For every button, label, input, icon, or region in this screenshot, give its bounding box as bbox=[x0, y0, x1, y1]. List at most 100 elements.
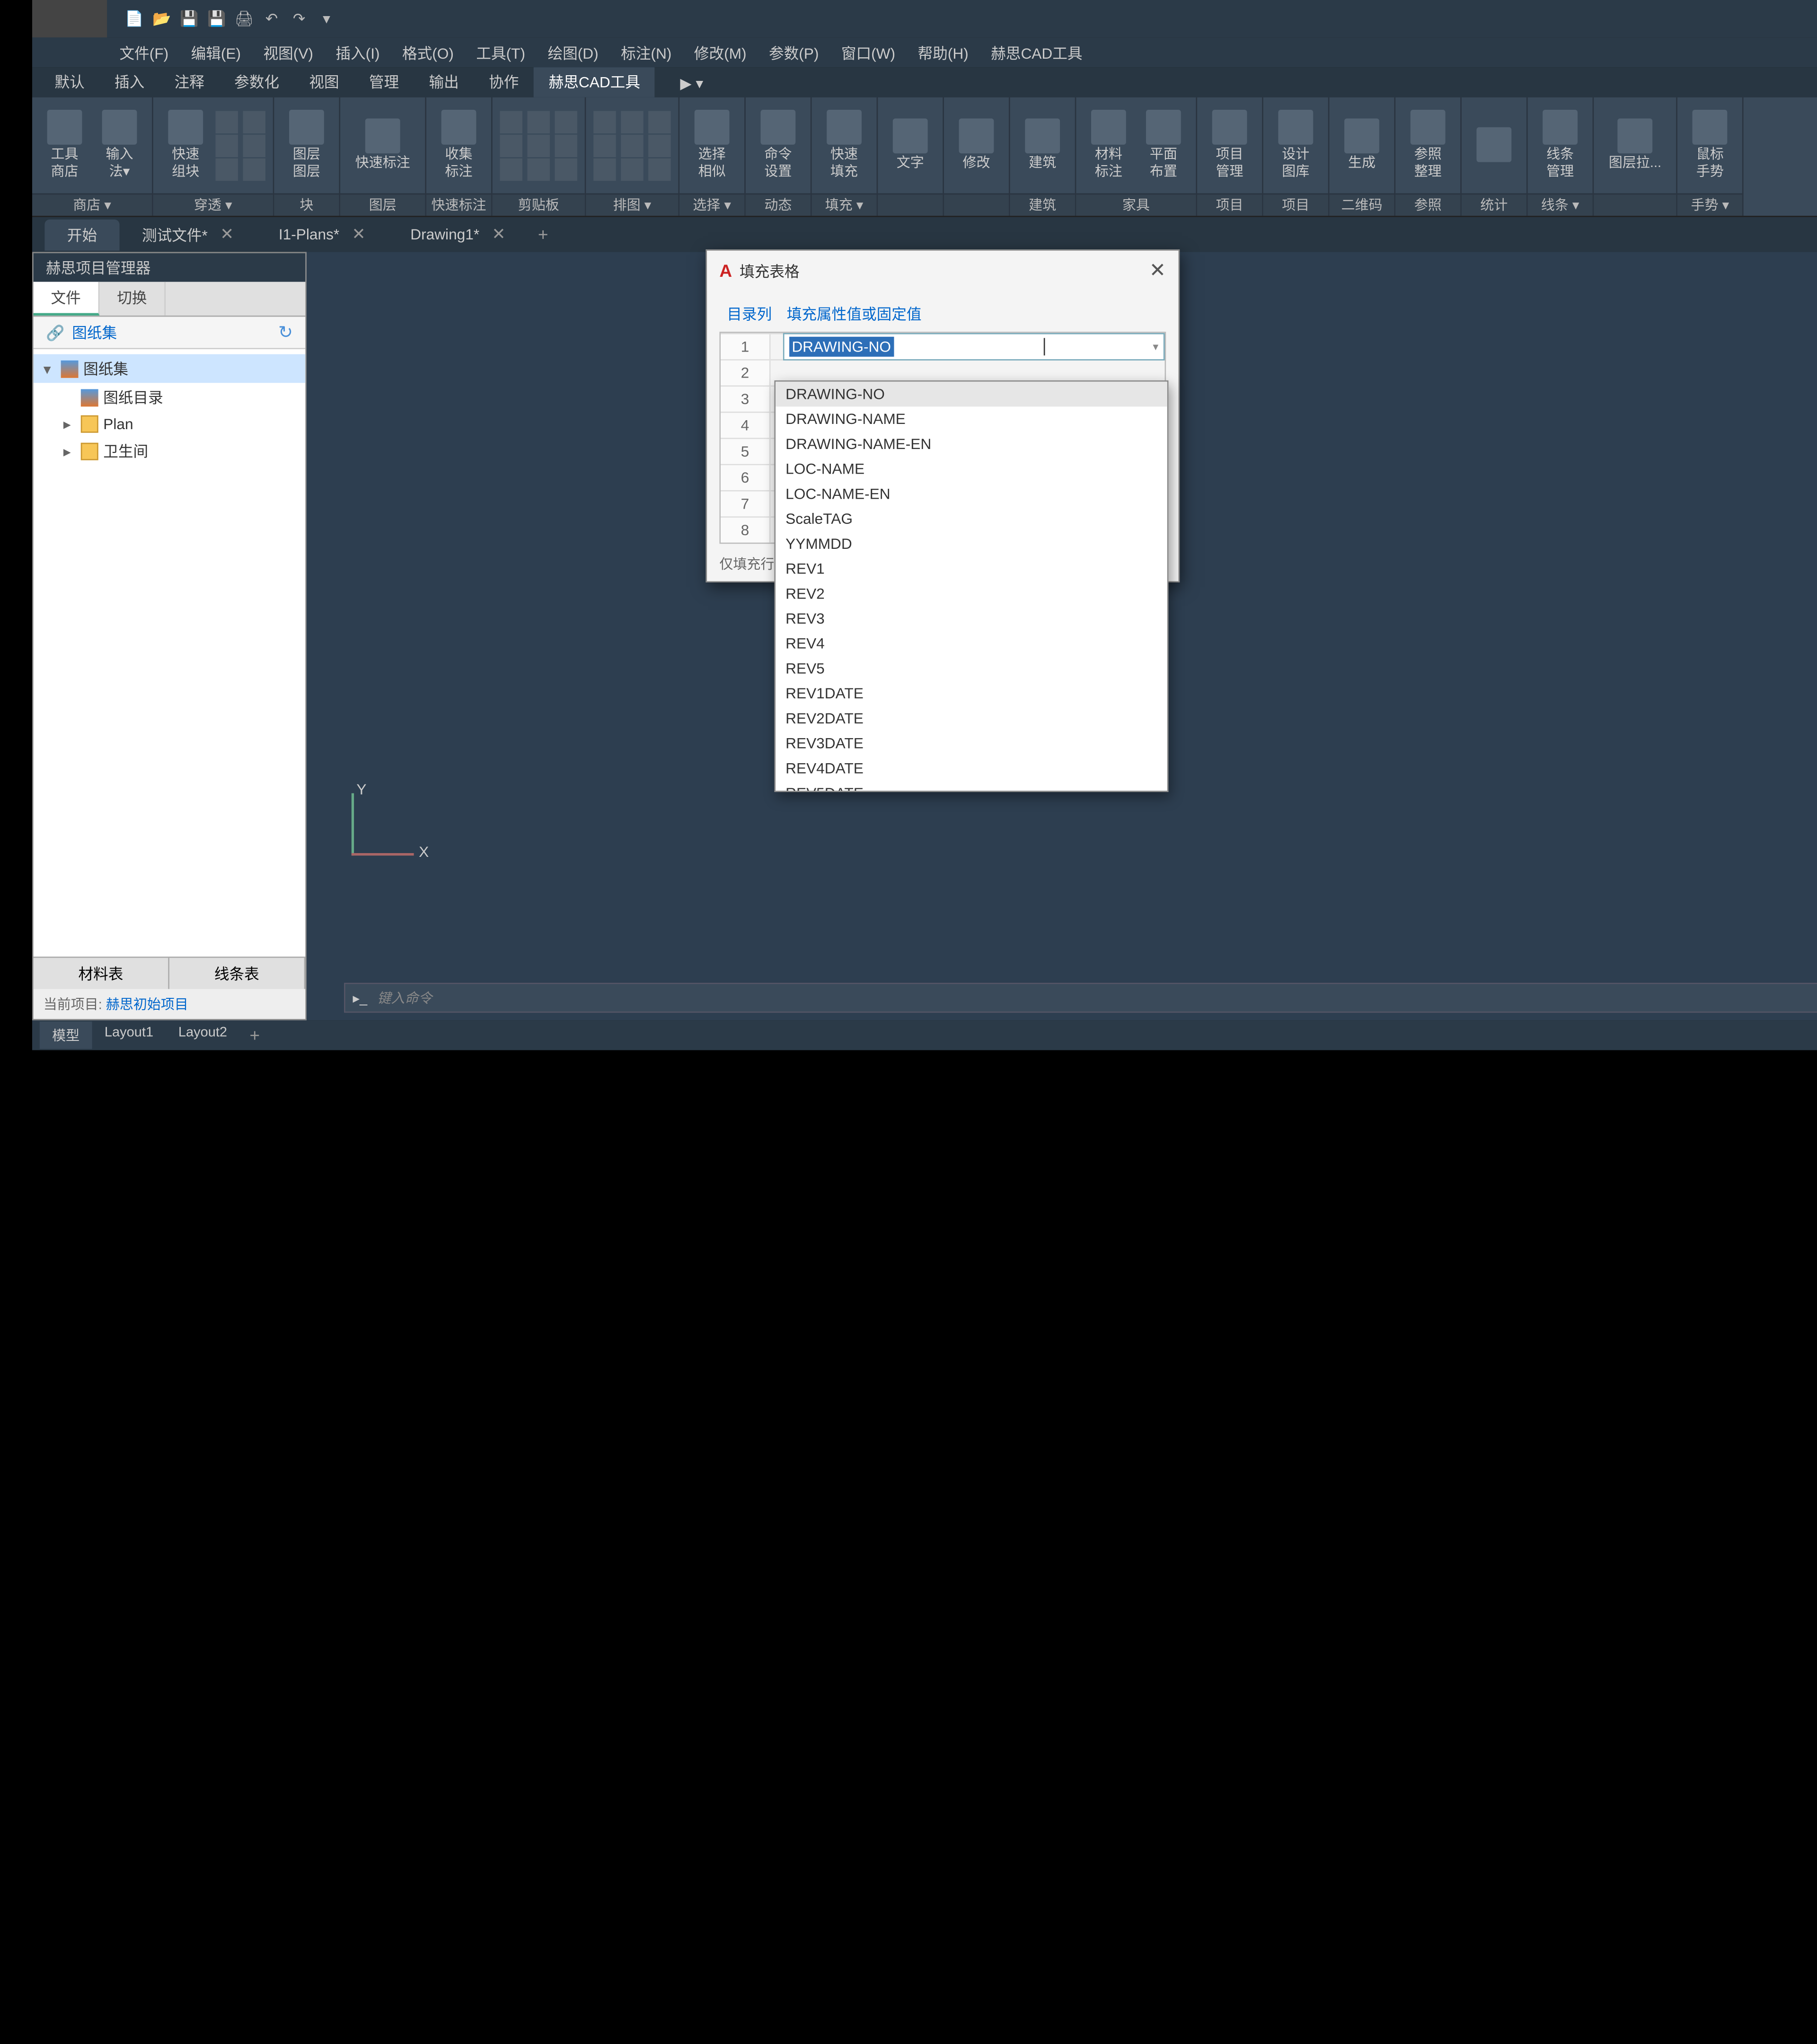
ribbon-small-button[interactable] bbox=[527, 158, 549, 180]
ribbon-button[interactable]: 平面 布置 bbox=[1138, 108, 1188, 183]
panel-tab-switch[interactable]: 切换 bbox=[99, 282, 166, 316]
ribbon-small-button[interactable] bbox=[621, 158, 643, 180]
ribbon-small-button[interactable] bbox=[500, 158, 522, 180]
layout-tab[interactable]: Layout2 bbox=[166, 1022, 239, 1049]
ribbon-small-button[interactable] bbox=[555, 158, 577, 180]
qat-new-icon[interactable]: 📄 bbox=[124, 9, 144, 28]
menu-item[interactable]: 绘图(D) bbox=[547, 42, 598, 63]
ribbon-button[interactable]: 选择 相似 bbox=[687, 108, 737, 183]
ribbon-small-button[interactable] bbox=[555, 134, 577, 156]
panel-tab-file[interactable]: 文件 bbox=[34, 282, 100, 316]
tab-close-icon[interactable]: ✕ bbox=[492, 224, 506, 244]
qat-more-icon[interactable]: ▾ bbox=[317, 9, 336, 28]
ribbon-tab[interactable]: 参数化 bbox=[220, 66, 294, 97]
ribbon-tab[interactable]: 赫思CAD工具 bbox=[534, 66, 655, 97]
dropdown-item[interactable]: LOC-NAME bbox=[776, 457, 1167, 482]
command-line[interactable]: ▸_ 键入命令 bbox=[344, 983, 1817, 1013]
ribbon-small-button[interactable] bbox=[555, 110, 577, 132]
ribbon-tab[interactable]: 输出 bbox=[414, 66, 474, 97]
refresh-icon[interactable]: ↻ bbox=[278, 322, 293, 343]
tree-item[interactable]: ▸Plan bbox=[34, 412, 306, 437]
dropdown-item[interactable]: ScaleTAG bbox=[776, 506, 1167, 531]
layout-tab[interactable]: 模型 bbox=[40, 1022, 92, 1049]
menu-item[interactable]: 插入(I) bbox=[335, 42, 379, 63]
tab-close-icon[interactable]: ✕ bbox=[220, 224, 234, 244]
dropdown-item[interactable]: REV5DATE bbox=[776, 781, 1167, 792]
ribbon-button[interactable]: 快速标注 bbox=[348, 116, 418, 175]
dropdown-item[interactable]: REV2DATE bbox=[776, 706, 1167, 731]
bottom-tab-material[interactable]: 材料表 bbox=[34, 958, 169, 989]
ribbon-small-button[interactable] bbox=[648, 110, 670, 132]
menu-item[interactable]: 参数(P) bbox=[769, 42, 819, 63]
dropdown-item[interactable]: DRAWING-NAME-EN bbox=[776, 432, 1167, 457]
tab-close-icon[interactable]: ✕ bbox=[352, 224, 366, 244]
menu-item[interactable]: 编辑(E) bbox=[191, 42, 241, 63]
menu-item[interactable]: 窗口(W) bbox=[841, 42, 895, 63]
tree-item[interactable]: ▾图纸集 bbox=[34, 354, 306, 383]
ribbon-tab[interactable]: 视图 bbox=[294, 66, 354, 97]
qat-save-icon[interactable]: 💾 bbox=[179, 9, 199, 28]
ribbon-small-button[interactable] bbox=[593, 134, 616, 156]
menu-item[interactable]: 赫思CAD工具 bbox=[991, 42, 1082, 63]
dropdown-item[interactable]: REV5 bbox=[776, 656, 1167, 681]
dropdown-item[interactable]: REV3 bbox=[776, 606, 1167, 631]
ribbon-tab[interactable]: 管理 bbox=[354, 66, 414, 97]
dropdown-item[interactable]: YYMMDD bbox=[776, 531, 1167, 556]
ribbon-button[interactable]: 快速 填充 bbox=[819, 108, 869, 183]
ribbon-tab[interactable]: 插入 bbox=[99, 66, 159, 97]
dropdown-item[interactable]: REV3DATE bbox=[776, 731, 1167, 756]
ribbon-button[interactable]: 命令 设置 bbox=[753, 108, 803, 183]
ribbon-button[interactable]: 收集 标注 bbox=[434, 108, 484, 183]
ribbon-small-button[interactable] bbox=[527, 110, 549, 132]
tree-item[interactable]: ▸卫生间 bbox=[34, 437, 306, 466]
ribbon-small-button[interactable] bbox=[621, 110, 643, 132]
ribbon-button[interactable]: 建筑 bbox=[1017, 116, 1067, 175]
menu-item[interactable]: 视图(V) bbox=[264, 42, 313, 63]
qat-saveas-icon[interactable]: 💾 bbox=[207, 9, 227, 28]
dropdown-item[interactable]: DRAWING-NO bbox=[776, 382, 1167, 407]
ribbon-button[interactable]: 鼠标 手势 bbox=[1685, 108, 1735, 183]
dropdown-item[interactable]: REV1DATE bbox=[776, 681, 1167, 706]
qat-open-icon[interactable]: 📂 bbox=[152, 9, 172, 28]
qat-print-icon[interactable]: 🖨 bbox=[234, 9, 254, 28]
dialog-close-button[interactable]: ✕ bbox=[1149, 258, 1166, 283]
ribbon-small-button[interactable] bbox=[648, 134, 670, 156]
ribbon-button[interactable]: 线条 管理 bbox=[1535, 108, 1585, 183]
ribbon-small-button[interactable] bbox=[593, 110, 616, 132]
ribbon-button[interactable]: 设计 图库 bbox=[1271, 108, 1321, 183]
layout-tab[interactable]: Layout1 bbox=[92, 1022, 166, 1049]
qat-redo-icon[interactable]: ↷ bbox=[289, 9, 309, 28]
dropdown-item[interactable]: REV2 bbox=[776, 581, 1167, 606]
ribbon-small-button[interactable] bbox=[527, 134, 549, 156]
tree-item[interactable]: 图纸目录 bbox=[34, 383, 306, 412]
document-tab[interactable]: 开始 bbox=[44, 219, 119, 250]
menu-item[interactable]: 帮助(H) bbox=[918, 42, 969, 63]
add-layout-button[interactable]: + bbox=[239, 1025, 270, 1045]
ribbon-button[interactable]: 输入 法▾ bbox=[95, 108, 144, 183]
dropdown-item[interactable]: REV4DATE bbox=[776, 756, 1167, 781]
ribbon-small-button[interactable] bbox=[243, 158, 265, 180]
ribbon-small-button[interactable] bbox=[500, 110, 522, 132]
add-tab-button[interactable]: + bbox=[528, 224, 558, 244]
menu-item[interactable]: 修改(M) bbox=[694, 42, 747, 63]
ribbon-tab[interactable]: 默认 bbox=[40, 66, 100, 97]
document-tab[interactable]: 测试文件*✕ bbox=[120, 219, 256, 250]
dropdown-item[interactable]: LOC-NAME-EN bbox=[776, 481, 1167, 506]
ribbon-button[interactable]: 参照 整理 bbox=[1403, 108, 1453, 183]
project-link[interactable]: 赫思初始项目 bbox=[106, 998, 188, 1013]
ribbon-small-button[interactable] bbox=[243, 134, 265, 156]
dropdown-item[interactable]: DRAWING-NAME bbox=[776, 406, 1167, 432]
video-icon[interactable]: ▶ ▾ bbox=[670, 70, 713, 97]
menu-item[interactable]: 文件(F) bbox=[120, 42, 169, 63]
ribbon-button[interactable]: 工具 商店 bbox=[40, 108, 89, 183]
bottom-tab-line[interactable]: 线条表 bbox=[169, 958, 305, 989]
menu-item[interactable]: 工具(T) bbox=[476, 42, 525, 63]
document-tab[interactable]: I1-Plans*✕ bbox=[256, 220, 388, 249]
menu-item[interactable]: 标注(N) bbox=[621, 42, 671, 63]
dropdown-item[interactable]: REV1 bbox=[776, 556, 1167, 581]
ribbon-tab[interactable]: 注释 bbox=[159, 66, 220, 97]
ribbon-small-button[interactable] bbox=[621, 134, 643, 156]
ribbon-button[interactable]: 项目 管理 bbox=[1205, 108, 1254, 183]
ribbon-small-button[interactable] bbox=[215, 110, 238, 132]
ribbon-button[interactable]: 图层 图层 bbox=[282, 108, 331, 183]
